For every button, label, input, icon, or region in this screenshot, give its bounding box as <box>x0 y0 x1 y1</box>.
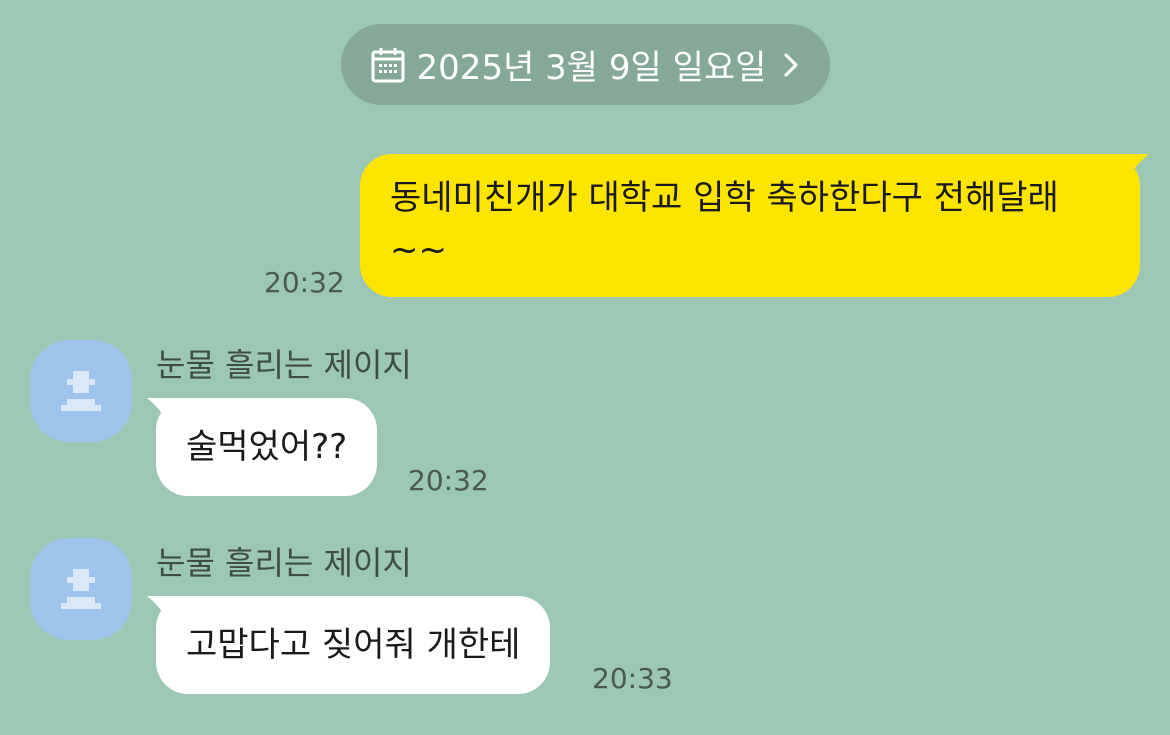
message-time: 20:33 <box>592 662 673 695</box>
sender-name: 눈물 흘리는 제이지 <box>156 346 412 384</box>
date-header[interactable]: 2025년 3월 9일 일요일 <box>341 24 830 105</box>
date-label: 2025년 3월 9일 일요일 <box>416 48 767 88</box>
message-time: 20:32 <box>408 464 489 497</box>
default-profile-icon <box>61 569 101 609</box>
message-text: 동네미친개가 대학교 입학 축하한다구 전해달래 ~~ <box>390 178 1059 270</box>
bubble-tail <box>147 398 187 424</box>
sender-avatar[interactable] <box>30 340 132 442</box>
sender-name: 눈물 흘리는 제이지 <box>156 544 412 582</box>
sender-avatar[interactable] <box>30 538 132 640</box>
chevron-right-icon <box>782 52 800 78</box>
their-message-bubble[interactable]: 고맙다고 짖어줘 개한테 <box>147 596 551 694</box>
message-text: 술먹었어?? <box>186 427 348 467</box>
message-text: 고맙다고 짖어줘 개한테 <box>186 625 521 665</box>
my-message-bubble[interactable]: 동네미친개가 대학교 입학 축하한다구 전해달래 ~~ <box>360 154 1149 297</box>
calendar-icon <box>371 47 405 83</box>
default-profile-icon <box>61 371 101 411</box>
bubble-tail <box>147 596 187 622</box>
message-time: 20:32 <box>264 266 345 299</box>
their-message-bubble[interactable]: 술먹었어?? <box>147 398 378 496</box>
